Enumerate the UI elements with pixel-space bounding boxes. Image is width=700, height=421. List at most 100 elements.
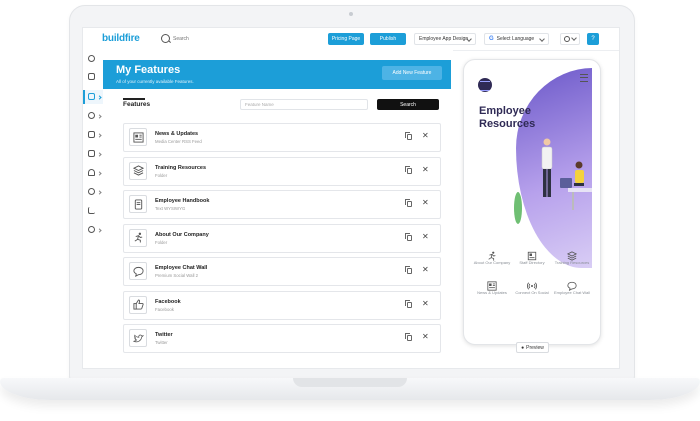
chevron-right-icon: [97, 114, 102, 119]
copy-icon[interactable]: [405, 132, 412, 140]
palette-icon: [88, 112, 95, 119]
chevron-right-icon: [97, 133, 102, 138]
chevron-right-icon: [97, 190, 102, 195]
feature-row[interactable]: Employee Chat Wall Premium Social Wall 2 ✕: [123, 257, 441, 286]
feature-name[interactable]: Twitter: [155, 332, 173, 338]
phone-nav-item[interactable]: Training Resources: [552, 248, 592, 265]
feature-name[interactable]: News & Updates: [155, 131, 198, 137]
copy-icon[interactable]: [405, 232, 412, 241]
person-standing-illustration: [543, 138, 551, 146]
close-icon[interactable]: ✕: [422, 299, 430, 308]
feature-type: Folder: [155, 172, 168, 178]
laptop-illustration: [560, 178, 572, 188]
feature-type: Facebook: [155, 306, 174, 312]
chevron-right-icon: [97, 228, 102, 233]
tab-features[interactable]: Features: [123, 101, 150, 108]
sidebar-item-settings[interactable]: [83, 223, 103, 237]
running-person-icon: [487, 248, 497, 261]
phone-title: Employee Resources: [479, 105, 536, 130]
app-screen: buildfire Pricing Page Publish Employee …: [83, 28, 619, 368]
broadcast-icon: [526, 278, 538, 290]
app-design-label: Employee App Design: [419, 36, 469, 42]
add-new-feature-button[interactable]: Add New Feature: [382, 66, 442, 80]
feature-search-button[interactable]: Search: [377, 99, 439, 110]
desk-illustration: [568, 188, 592, 192]
chevron-down-icon: [539, 36, 545, 42]
person-sitting-illustration: [575, 161, 583, 169]
phone-nav-item[interactable]: News & Updates: [472, 278, 512, 295]
google-icon: G: [489, 36, 494, 42]
twitter-icon: [129, 329, 147, 347]
phone-nav-item[interactable]: Staff Directory: [512, 248, 552, 265]
layers-icon: [129, 161, 147, 180]
copy-icon[interactable]: [405, 333, 412, 341]
copy-icon[interactable]: [405, 299, 412, 308]
tab-underline: [123, 98, 145, 100]
feature-row[interactable]: Facebook Facebook ✕: [123, 290, 441, 320]
global-search-input[interactable]: [173, 33, 253, 45]
phone-nav-label: About Our Company: [473, 260, 511, 265]
company-logo: [478, 78, 492, 92]
feature-row[interactable]: Twitter Twitter ✕: [123, 324, 441, 353]
feature-row[interactable]: Training Resources Folder ✕: [123, 156, 441, 186]
global-search[interactable]: [161, 33, 261, 45]
copy-icon[interactable]: [405, 165, 412, 174]
preview-button[interactable]: ● Preview: [516, 342, 549, 353]
news-icon: [129, 128, 147, 146]
close-icon[interactable]: ✕: [422, 333, 430, 341]
sidebar-item-users[interactable]: [83, 185, 103, 199]
features-header: My Features All of your currently availa…: [103, 60, 451, 89]
sidebar-item-security[interactable]: [83, 128, 103, 142]
sidebar-item-features[interactable]: [83, 90, 103, 104]
feature-type: Text WYSIWYG: [155, 206, 186, 211]
phone-nav-label: News & Updates: [477, 290, 507, 295]
feature-row[interactable]: News & Updates Media Center RSS Feed ✕: [123, 123, 441, 152]
phone-nav-item[interactable]: Employee Chat Wall: [552, 278, 592, 295]
plant-illustration: [514, 192, 522, 224]
gear-icon: [88, 226, 95, 233]
close-icon[interactable]: ✕: [422, 132, 430, 140]
hand-pointer-icon: [88, 93, 95, 100]
sidebar-item-close[interactable]: [83, 52, 103, 66]
feature-type: Twitter: [155, 340, 168, 345]
sidebar-item-monetization[interactable]: [83, 147, 103, 161]
copy-icon[interactable]: [405, 266, 412, 274]
sidebar-item-notifications[interactable]: [83, 166, 103, 180]
phone-nav-label: Employee Chat Wall: [553, 290, 591, 295]
close-icon[interactable]: ✕: [422, 232, 430, 241]
page-subtitle: All of your currently available Features…: [116, 79, 194, 84]
hero-illustration: [514, 138, 592, 224]
publish-button[interactable]: Publish: [370, 33, 406, 45]
close-icon[interactable]: ✕: [422, 266, 430, 274]
phone-nav-label: Staff Directory: [519, 260, 545, 265]
feature-name[interactable]: Facebook: [155, 299, 181, 305]
feature-list: News & Updates Media Center RSS Feed ✕ Trai…: [123, 123, 441, 358]
feature-name[interactable]: About Our Company: [155, 232, 209, 238]
running-person-icon: [129, 228, 147, 247]
copy-icon[interactable]: [405, 199, 412, 207]
feature-row[interactable]: Employee Handbook Text WYSIWYG ✕: [123, 190, 441, 219]
help-button[interactable]: ?: [587, 33, 599, 45]
sidebar-item-home[interactable]: [83, 70, 103, 84]
pricing-page-button[interactable]: Pricing Page: [328, 33, 364, 45]
feature-name[interactable]: Employee Chat Wall: [155, 265, 207, 271]
news-icon: [487, 278, 497, 291]
buildfire-logo[interactable]: buildfire: [102, 33, 140, 44]
language-select[interactable]: G Select Language: [484, 33, 549, 45]
feature-name-input[interactable]: [240, 99, 368, 110]
phone-nav-item[interactable]: Connect On Social: [512, 278, 552, 295]
feature-name[interactable]: Employee Handbook: [155, 198, 209, 204]
phone-nav-item[interactable]: About Our Company: [472, 248, 512, 265]
hamburger-menu-icon[interactable]: [580, 74, 588, 82]
feature-row[interactable]: About Our Company Folder ✕: [123, 223, 441, 253]
sidebar-item-analytics[interactable]: [83, 204, 103, 218]
app-design-select[interactable]: Employee App Design: [414, 33, 476, 45]
feature-type: Premium Social Wall 2: [155, 273, 199, 278]
directory-icon: [527, 248, 537, 261]
feature-name[interactable]: Training Resources: [155, 165, 206, 171]
user-menu[interactable]: [560, 33, 580, 45]
close-icon[interactable]: ✕: [422, 199, 430, 207]
sidebar-item-design[interactable]: [83, 109, 103, 123]
bell-icon: [88, 169, 95, 176]
close-icon[interactable]: ✕: [422, 165, 430, 174]
